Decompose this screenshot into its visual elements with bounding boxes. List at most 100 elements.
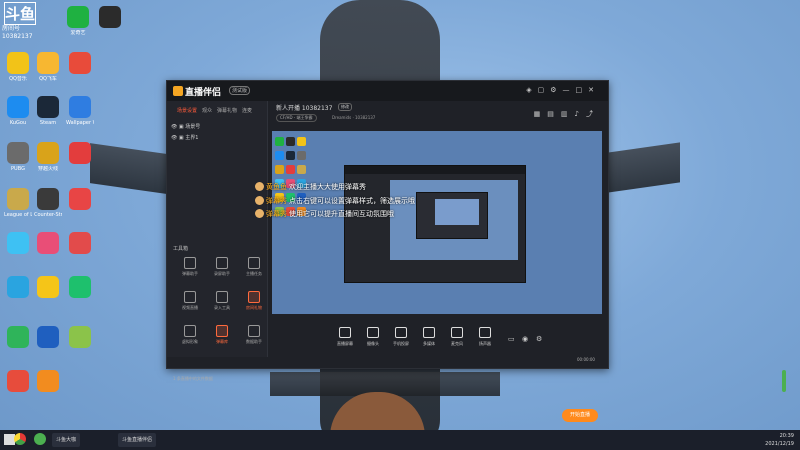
taskbar-button-companion[interactable]: 斗鱼直播伴侣: [118, 433, 157, 447]
desktop-shortcut[interactable]: [34, 326, 62, 366]
bell-icon[interactable]: ♪: [575, 110, 586, 118]
start-live-button[interactable]: 开始直播: [562, 409, 598, 422]
desktop-shortcut[interactable]: [34, 276, 62, 316]
desktop-shortcut[interactable]: [4, 370, 32, 410]
source-button[interactable]: 手机投屏: [388, 327, 414, 355]
desktop-shortcut[interactable]: [96, 6, 124, 46]
calendar-icon[interactable]: ▥: [561, 110, 575, 118]
tool-icon: [248, 291, 260, 303]
share-icon[interactable]: ⤴: [586, 110, 600, 118]
desktop-shortcut[interactable]: [66, 326, 94, 366]
tool-button[interactable]: 房间礼物: [239, 291, 269, 317]
source-button[interactable]: 直播屏幕: [332, 327, 358, 355]
scene-item[interactable]: 👁 ▣ 主界1: [171, 134, 198, 141]
stream-preview[interactable]: [272, 131, 602, 314]
taskbar-button-douyu[interactable]: 斗鱼大咖: [52, 433, 81, 447]
tool-button[interactable]: 虚拟形象: [175, 325, 205, 351]
source-button[interactable]: 麦克风: [444, 327, 470, 355]
close-icon[interactable]: ✕: [588, 86, 600, 94]
shortcut-label: QQ音乐: [9, 76, 27, 82]
maximize-icon[interactable]: □: [576, 86, 589, 94]
source-button[interactable]: 扬声器: [472, 327, 498, 355]
app-icon: [69, 232, 91, 254]
desktop-shortcut[interactable]: [4, 276, 32, 316]
desktop-shortcut[interactable]: [4, 232, 32, 272]
system-clock[interactable]: 20:39 2021/12/19: [765, 432, 794, 448]
settings-icon[interactable]: ⚙: [550, 86, 562, 94]
skin-icon[interactable]: ◈: [526, 86, 537, 94]
tool-button[interactable]: 视频直播: [175, 291, 205, 317]
desktop-shortcut[interactable]: Steam: [34, 96, 62, 136]
shortcut-label: Wallpaper Workshop: [66, 120, 94, 126]
desktop-shortcut[interactable]: [66, 52, 94, 92]
desktop-shortcut[interactable]: [4, 326, 32, 366]
danmu-text: 使用它可以提升直播间互动氛围哦: [289, 210, 394, 218]
app-icon: [37, 52, 59, 74]
tool-label: 数据助手: [246, 339, 262, 344]
preview-shortcut-icon: [275, 137, 284, 146]
room-action-icons[interactable]: ▦▤▥♪⤴: [534, 109, 600, 119]
tab-scenes[interactable]: 场景设置: [177, 108, 197, 114]
tab-audience[interactable]: 观众: [202, 108, 212, 114]
app-icon: [69, 188, 91, 210]
desktop-shortcut[interactable]: [66, 276, 94, 316]
gear-icon[interactable]: ⚙: [536, 335, 542, 343]
record-icon[interactable]: ▭: [508, 335, 515, 343]
source-label: 麦克风: [451, 341, 463, 346]
source-icon: [423, 327, 435, 338]
tool-button[interactable]: 弹幕库: [207, 325, 237, 351]
desktop-shortcut[interactable]: League of Legends: [4, 188, 32, 228]
tool-label: 弹幕助手: [182, 271, 198, 276]
tool-button[interactable]: 录屏助手: [207, 257, 237, 283]
message-icon[interactable]: ▢: [538, 86, 551, 94]
source-label: 手机投屏: [393, 341, 409, 346]
desktop-shortcut[interactable]: PUBG: [4, 142, 32, 182]
edit-title-button[interactable]: 修改: [338, 103, 352, 111]
chrome-icon[interactable]: [14, 433, 26, 445]
app-logo-icon: [173, 86, 183, 96]
tool-button[interactable]: 录入工具: [207, 291, 237, 317]
shop-icon[interactable]: ▤: [547, 110, 561, 118]
eye-icon[interactable]: ◉: [522, 335, 528, 343]
tab-link-mic[interactable]: 连麦: [242, 108, 252, 114]
tool-button[interactable]: 主播任务: [239, 257, 269, 283]
source-button[interactable]: 多媒体: [416, 327, 442, 355]
desktop-shortcut[interactable]: [34, 232, 62, 272]
desktop-shortcut[interactable]: [66, 232, 94, 272]
desktop-shortcut[interactable]: Counter-Strike Global Off: [34, 188, 62, 228]
desktop-shortcut[interactable]: QQ飞车: [34, 52, 62, 92]
source-button[interactable]: 摄像头: [360, 327, 386, 355]
app-icon: [7, 370, 29, 392]
minimize-icon[interactable]: —: [563, 86, 576, 94]
preview-shortcut-icon: [297, 137, 306, 146]
desktop-icons: 爱奇艺 QQ音乐 QQ飞车 KuGou Steam Wallpaper Workshop P…: [0, 0, 121, 430]
desktop-shortcut[interactable]: KuGou: [4, 96, 32, 136]
tool-icon: [248, 257, 260, 269]
desktop-shortcut[interactable]: [66, 142, 94, 182]
tool-button[interactable]: 弹幕助手: [175, 257, 205, 283]
tool-button[interactable]: 数据助手: [239, 325, 269, 351]
desktop-shortcut[interactable]: Wallpaper Workshop: [66, 96, 94, 136]
window-controls[interactable]: ◈▢⚙—□✕: [526, 86, 600, 94]
desktop-shortcut[interactable]: [34, 370, 62, 410]
desktop-shortcut[interactable]: 爱奇艺: [64, 6, 92, 46]
clock-time: 20:39: [779, 433, 794, 439]
gift-icon[interactable]: ▦: [534, 110, 548, 118]
shortcut-label: 爱奇艺: [70, 30, 86, 36]
tool-label: 录屏助手: [214, 271, 230, 276]
app-icon[interactable]: [34, 433, 46, 445]
source-icon: [479, 327, 491, 338]
app-title: 直播伴侣: [185, 88, 222, 98]
title-bar[interactable]: 直播伴侣 测试版 ◈▢⚙—□✕: [167, 81, 608, 101]
desktop-shortcut[interactable]: [66, 188, 94, 228]
desktop-shortcut[interactable]: QQ音乐: [4, 52, 32, 92]
app-icon: [69, 326, 91, 348]
app-icon: [67, 6, 89, 28]
left-tabs: 场景设置 观众 弹幕礼物 连麦: [177, 107, 257, 114]
desktop-shortcut[interactable]: 穿越火线: [34, 142, 62, 182]
scene-item[interactable]: 👁 ▣ 场景号: [171, 123, 200, 130]
danmu-message: 黄鱼鱼 欢迎主播大大使用弹幕秀: [255, 182, 366, 192]
category-selector[interactable]: CF/HD - 端王争霸: [276, 114, 317, 122]
tab-danmu[interactable]: 弹幕礼物: [217, 108, 237, 114]
shortcut-label: PUBG: [11, 166, 25, 172]
